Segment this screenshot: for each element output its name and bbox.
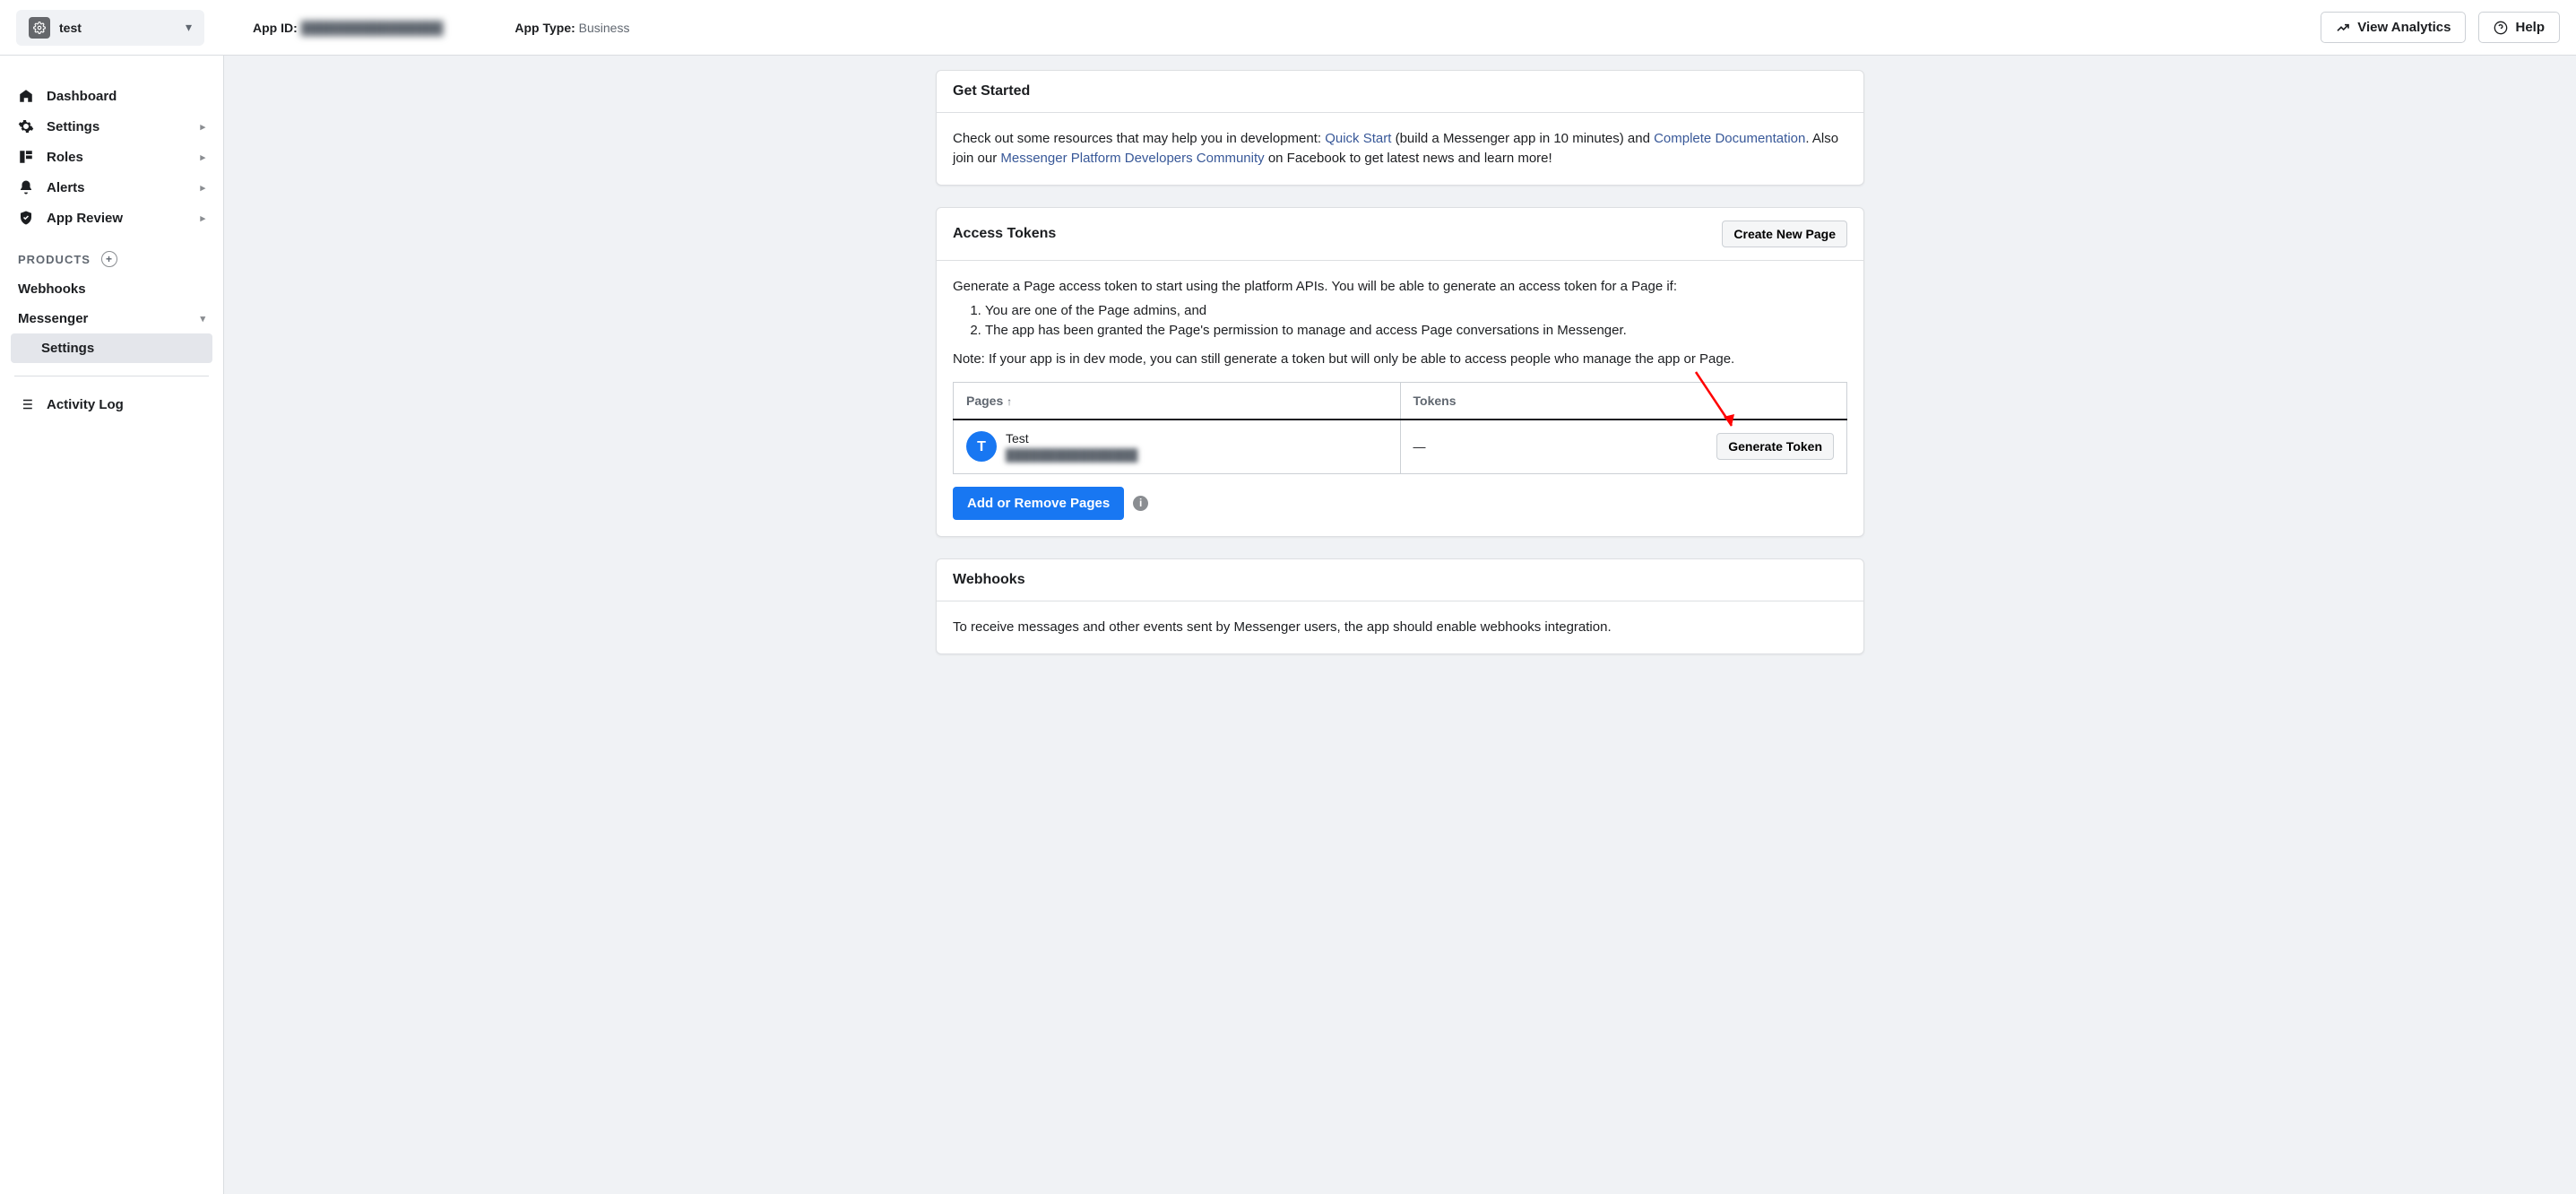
webhooks-description: To receive messages and other events sen… (953, 618, 1847, 637)
column-header-tokens: Tokens (1400, 382, 1847, 420)
sidebar-label-messenger: Messenger (18, 311, 88, 326)
get-started-text-1: Check out some resources that may help y… (953, 131, 1325, 146)
app-meta: App ID: ████████████████ App Type: Busin… (253, 21, 2321, 35)
sidebar-label-app-review: App Review (47, 211, 123, 226)
sidebar-products-header: PRODUCTS + (0, 233, 223, 274)
chevron-right-icon: ▸ (200, 121, 205, 133)
sidebar-label-roles: Roles (47, 150, 83, 165)
sidebar-item-settings[interactable]: Settings ▸ (0, 111, 223, 142)
bell-icon (18, 179, 34, 195)
add-remove-pages-button[interactable]: Add or Remove Pages (953, 487, 1124, 520)
access-tokens-req-2: The app has been granted the Page's perm… (985, 321, 1847, 341)
sidebar-label-webhooks: Webhooks (18, 281, 86, 297)
page-avatar: T (966, 431, 997, 462)
sidebar-label-settings: Settings (47, 119, 99, 134)
sidebar-label-dashboard: Dashboard (47, 89, 117, 104)
add-product-button[interactable]: + (101, 251, 117, 267)
access-tokens-description: Generate a Page access token to start us… (953, 277, 1847, 297)
chevron-right-icon: ▸ (200, 182, 205, 194)
access-tokens-card: Access Tokens Create New Page Generate a… (936, 207, 1864, 538)
webhooks-title: Webhooks (937, 559, 1863, 601)
access-tokens-note: Note: If your app is in dev mode, you ca… (953, 350, 1847, 369)
sidebar-item-messenger-settings[interactable]: Settings (11, 333, 212, 363)
sidebar-products-label: PRODUCTS (18, 253, 91, 266)
app-type-label: App Type: (514, 21, 575, 35)
sidebar-item-webhooks[interactable]: Webhooks (0, 274, 223, 304)
list-icon (18, 396, 34, 412)
sidebar-item-messenger[interactable]: Messenger ▾ (0, 304, 223, 333)
chevron-down-icon: ▾ (200, 313, 205, 324)
home-icon (18, 88, 34, 104)
app-gear-icon (29, 17, 50, 39)
main-content: Get Started Check out some resources tha… (224, 56, 2576, 1194)
get-started-text-4: on Facebook to get latest news and learn… (1265, 151, 1552, 166)
app-type-value: Business (579, 21, 630, 35)
view-analytics-label: View Analytics (2357, 20, 2451, 35)
generate-token-button[interactable]: Generate Token (1716, 433, 1834, 460)
table-row: T Test ████████████████ (954, 420, 1847, 474)
sidebar-label-messenger-settings: Settings (41, 341, 94, 356)
webhooks-card: Webhooks To receive messages and other e… (936, 558, 1864, 654)
roles-icon (18, 149, 34, 165)
sidebar-item-dashboard[interactable]: Dashboard (0, 81, 223, 111)
sidebar-item-activity-log[interactable]: Activity Log (0, 389, 223, 420)
chevron-down-icon: ▾ (186, 20, 192, 35)
help-label: Help (2515, 20, 2545, 35)
column-header-pages[interactable]: Pages ↑ (954, 382, 1401, 420)
gear-icon (18, 118, 34, 134)
quick-start-link[interactable]: Quick Start (1325, 131, 1391, 146)
community-link[interactable]: Messenger Platform Developers Community (1000, 151, 1264, 166)
complete-docs-link[interactable]: Complete Documentation (1654, 131, 1805, 146)
get-started-title: Get Started (937, 71, 1863, 113)
chevron-right-icon: ▸ (200, 151, 205, 163)
sidebar-item-app-review[interactable]: App Review ▸ (0, 203, 223, 233)
access-tokens-req-1: You are one of the Page admins, and (985, 301, 1847, 321)
sidebar-item-alerts[interactable]: Alerts ▸ (0, 172, 223, 203)
view-analytics-button[interactable]: View Analytics (2321, 12, 2466, 43)
get-started-text-2: (build a Messenger app in 10 minutes) an… (1391, 131, 1654, 146)
token-value-empty: — (1413, 437, 1426, 455)
analytics-icon (2336, 21, 2350, 35)
app-selector-dropdown[interactable]: test ▾ (16, 10, 204, 46)
get-started-card: Get Started Check out some resources tha… (936, 70, 1864, 186)
sidebar: Dashboard Settings ▸ Roles ▸ (0, 56, 224, 1194)
page-id: ████████████████ (1006, 447, 1137, 464)
sort-ascending-icon: ↑ (1007, 395, 1012, 408)
sidebar-label-alerts: Alerts (47, 180, 85, 195)
sidebar-item-roles[interactable]: Roles ▸ (0, 142, 223, 172)
chevron-right-icon: ▸ (200, 212, 205, 224)
app-name: test (59, 21, 82, 35)
top-bar: test ▾ App ID: ████████████████ App Type… (0, 0, 2576, 56)
shield-icon (18, 210, 34, 226)
info-icon[interactable]: i (1133, 496, 1148, 511)
app-id-value: ████████████████ (301, 21, 444, 35)
create-new-page-button[interactable]: Create New Page (1722, 221, 1847, 247)
sidebar-label-activity-log: Activity Log (47, 397, 124, 412)
page-name: Test (1006, 429, 1137, 447)
help-icon (2494, 21, 2508, 35)
pages-table: Pages ↑ Tokens T (953, 382, 1847, 475)
app-id-label: App ID: (253, 21, 298, 35)
help-button[interactable]: Help (2478, 12, 2560, 43)
access-tokens-title: Access Tokens (953, 226, 1056, 242)
